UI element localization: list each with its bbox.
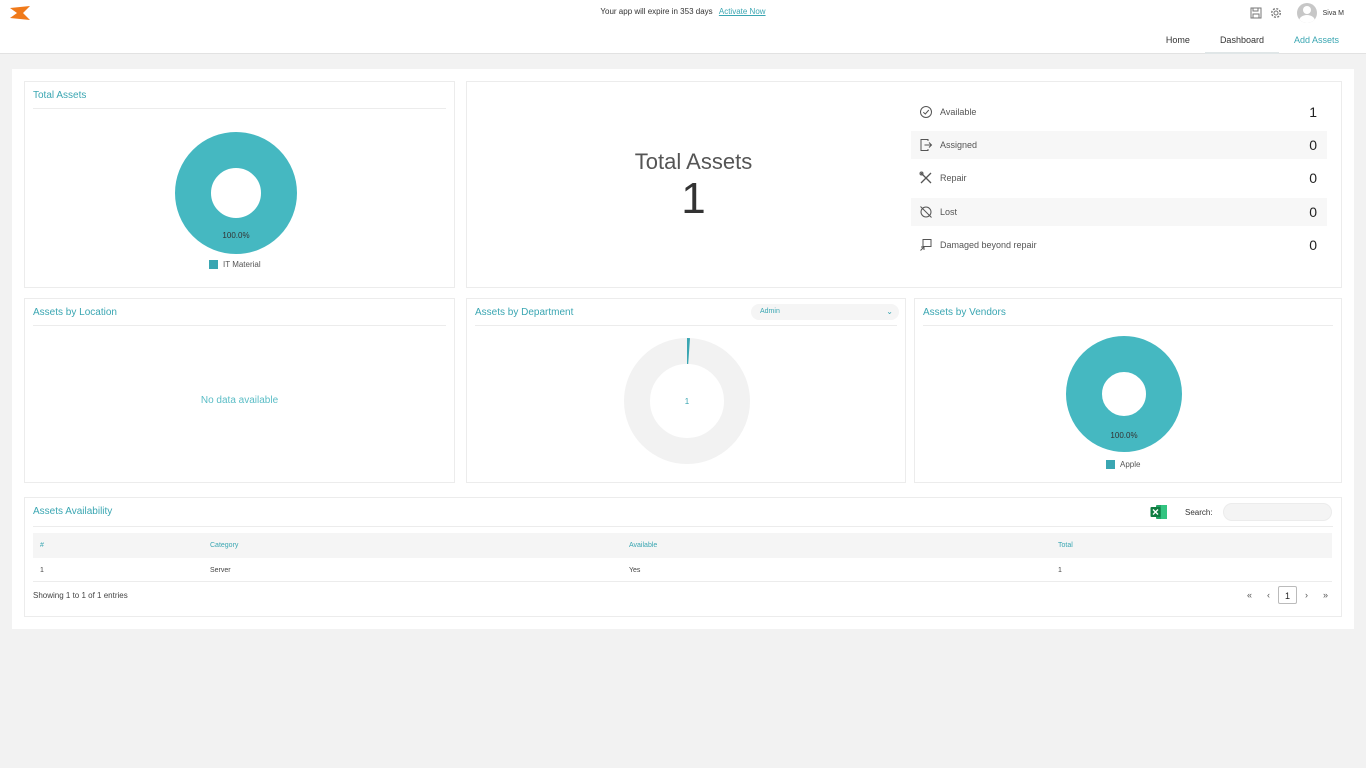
dashboard-panel: Total Assets 100.0% IT Material Total As… [12,69,1354,629]
location-card-title: Assets by Location [33,307,117,318]
assign-icon [920,139,933,151]
save-icon[interactable] [1249,6,1263,20]
legend-label: Apple [1120,460,1141,469]
search-input[interactable] [1223,503,1332,521]
cell-category: Server [210,567,231,574]
table-row: 1 Server Yes 1 [33,558,1332,582]
legend-swatch [209,260,218,269]
status-label: Lost [940,207,958,217]
vendors-card-title: Assets by Vendors [923,307,1006,318]
status-value: 0 [1309,204,1317,220]
assets-by-vendors-card: Assets by Vendors 100.0% Apple [914,298,1342,483]
column-header-available[interactable]: Available [629,542,657,549]
legend-label: IT Material [223,260,261,269]
vendors-legend: Apple [1106,460,1140,469]
status-row-available: Available 1 [911,98,1327,126]
first-page-button[interactable]: « [1240,586,1259,604]
divider [33,526,1333,527]
expiry-text: Your app will expire in 353 days [600,7,713,16]
pie-percent-label: 100.0% [222,231,249,240]
pie-percent-label: 100.0% [1110,431,1137,440]
gear-icon[interactable] [1269,6,1283,20]
pagination: « ‹ 1 › » [1240,586,1335,604]
lost-icon [920,206,932,218]
avatar[interactable] [1296,3,1317,23]
chevron-down-icon: ⌄ [886,307,893,316]
total-assets-legend: IT Material [209,260,261,269]
status-label: Damaged beyond repair [940,240,1037,250]
status-label: Available [940,107,977,117]
entries-info: Showing 1 to 1 of 1 entries [33,591,128,600]
status-row-lost: Lost 0 [911,198,1327,226]
no-data-message: No data available [200,395,279,406]
activate-now-link[interactable]: Activate Now [719,7,766,16]
nav-home[interactable]: Home [1151,26,1205,54]
summary-title: Total Assets [634,149,753,174]
status-row-damaged: Damaged beyond repair 0 [911,231,1327,259]
status-value: 0 [1309,170,1317,186]
status-label: Repair [940,173,967,183]
cell-available: Yes [629,567,641,574]
user-name[interactable]: Siva M [1323,10,1344,17]
pie-slice-apple [1066,336,1182,452]
next-page-button[interactable]: › [1297,586,1316,604]
divider [33,108,446,109]
nav-add-assets[interactable]: Add Assets [1279,26,1354,54]
assets-by-location-card: Assets by Location No data available [24,298,455,483]
vendors-pie: 100.0% [1066,336,1182,452]
check-circle-icon [920,106,932,118]
assets-availability-card: Assets Availability Search: # Category A… [24,497,1342,617]
department-select-value: Admin [760,308,780,315]
expiry-notice: Your app will expire in 353 days Activat… [0,7,1366,16]
status-label: Assigned [940,140,978,150]
department-donut: 1 [624,338,750,464]
total-assets-pie: 100.0% [175,132,297,254]
prev-page-button[interactable]: ‹ [1259,586,1278,604]
divider [33,325,446,326]
cell-total: 1 [1058,567,1062,574]
divider [923,325,1333,326]
search-label: Search: [1185,508,1213,517]
status-value: 0 [1309,237,1317,253]
availability-card-title: Assets Availability [33,506,113,517]
cell-number: 1 [40,567,44,574]
summary-count: 1 [681,174,706,223]
status-value: 1 [1309,104,1317,120]
department-select[interactable]: Admin ⌄ [751,304,899,320]
donut-center-value: 1 [685,397,690,406]
divider [475,325,897,326]
pie-slice-it-material [175,132,297,254]
column-header-category[interactable]: Category [210,542,238,549]
nav-dashboard[interactable]: Dashboard [1204,26,1279,54]
total-assets-card-title: Total Assets [33,90,87,101]
legend-swatch [1106,460,1115,469]
top-icons: Siva M [1249,3,1344,23]
status-row-repair: Repair 0 [911,164,1327,192]
excel-export-icon[interactable] [1150,504,1168,520]
column-header-total[interactable]: Total [1058,542,1073,549]
status-row-assigned: Assigned 0 [911,131,1327,159]
current-page-button[interactable]: 1 [1278,586,1297,604]
main-nav: Home Dashboard Add Assets [1151,26,1354,54]
assets-by-department-card: Assets by Department Admin ⌄ 1 [466,298,906,483]
table-header: # Category Available Total [33,533,1332,558]
damaged-icon [920,239,932,251]
top-bar: Your app will expire in 353 days Activat… [0,0,1366,54]
total-assets-card: Total Assets 100.0% IT Material [24,81,455,288]
column-header-number[interactable]: # [40,542,44,549]
last-page-button[interactable]: » [1316,586,1335,604]
department-card-title: Assets by Department [475,307,574,318]
asset-summary-card: Total Assets 1 Available 1 Assigned 0 Re… [466,81,1342,288]
status-value: 0 [1309,137,1317,153]
tools-icon [919,171,932,184]
